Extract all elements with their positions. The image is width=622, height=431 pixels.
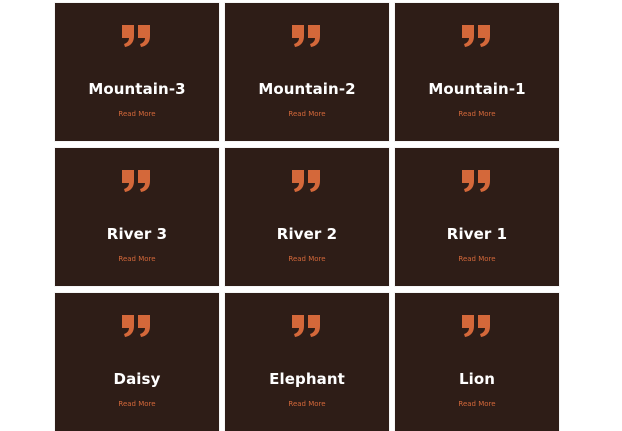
quote-icon [395, 315, 559, 345]
post-title[interactable]: Mountain-1 [395, 80, 559, 98]
post-grid: Mountain-3 Read More Mountain-2 Read Mor… [55, 3, 559, 431]
post-card[interactable]: River 3 Read More [55, 148, 219, 286]
read-more-link[interactable]: Read More [395, 400, 559, 408]
post-card[interactable]: River 2 Read More [225, 148, 389, 286]
read-more-link[interactable]: Read More [395, 110, 559, 118]
read-more-link[interactable]: Read More [55, 255, 219, 263]
post-title[interactable]: River 3 [55, 225, 219, 243]
post-card[interactable]: Elephant Read More [225, 293, 389, 431]
quote-icon [395, 170, 559, 200]
post-title[interactable]: Daisy [55, 370, 219, 388]
post-card[interactable]: Mountain-1 Read More [395, 3, 559, 141]
quote-icon [225, 315, 389, 345]
post-title[interactable]: Elephant [225, 370, 389, 388]
read-more-link[interactable]: Read More [55, 400, 219, 408]
post-card[interactable]: Lion Read More [395, 293, 559, 431]
quote-icon [55, 315, 219, 345]
read-more-link[interactable]: Read More [55, 110, 219, 118]
post-card[interactable]: Daisy Read More [55, 293, 219, 431]
quote-icon [225, 170, 389, 200]
quote-icon [225, 25, 389, 55]
post-card[interactable]: River 1 Read More [395, 148, 559, 286]
post-title[interactable]: Mountain-2 [225, 80, 389, 98]
post-title[interactable]: Mountain-3 [55, 80, 219, 98]
post-card[interactable]: Mountain-3 Read More [55, 3, 219, 141]
post-title[interactable]: River 1 [395, 225, 559, 243]
read-more-link[interactable]: Read More [225, 110, 389, 118]
quote-icon [55, 170, 219, 200]
read-more-link[interactable]: Read More [395, 255, 559, 263]
quote-icon [395, 25, 559, 55]
post-title[interactable]: River 2 [225, 225, 389, 243]
post-card[interactable]: Mountain-2 Read More [225, 3, 389, 141]
read-more-link[interactable]: Read More [225, 255, 389, 263]
post-title[interactable]: Lion [395, 370, 559, 388]
read-more-link[interactable]: Read More [225, 400, 389, 408]
quote-icon [55, 25, 219, 55]
